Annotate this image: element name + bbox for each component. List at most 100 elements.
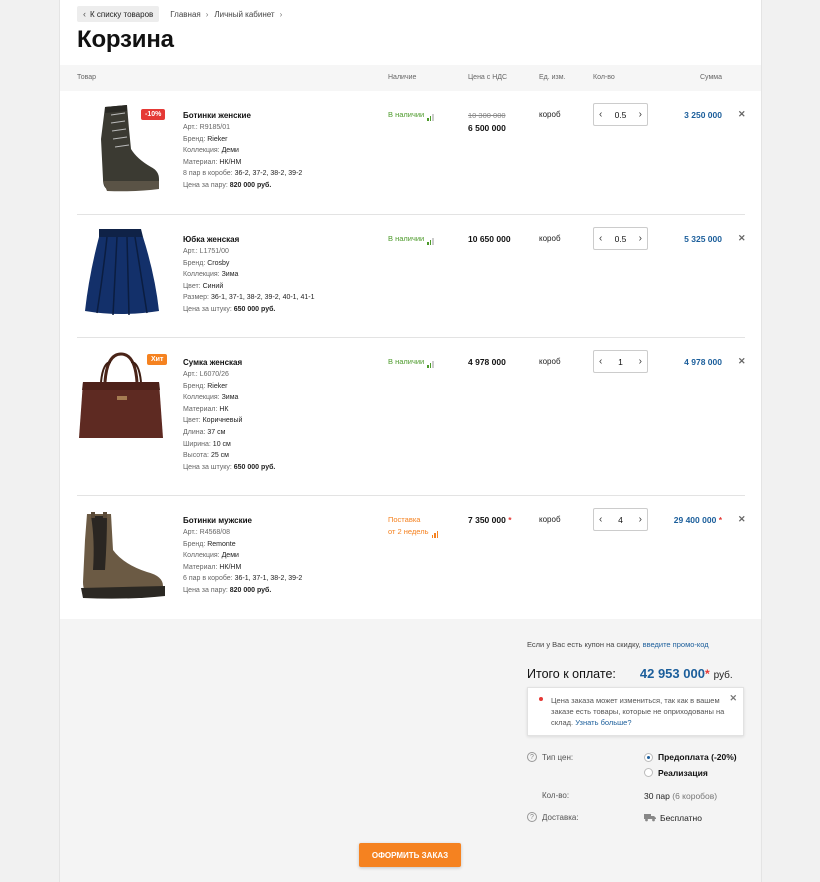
price-type-label: Тип цен: [542,753,574,762]
radio-prepayment[interactable] [644,753,653,762]
product-name[interactable]: Ботинки мужские [183,516,252,525]
quantity-value[interactable]: 0.5 [615,110,627,120]
quantity-value[interactable]: 0.5 [615,234,627,244]
back-to-list-button[interactable]: ‹ К списку товаров [77,6,160,22]
help-icon[interactable]: ? [527,752,537,762]
product-name[interactable]: Ботинки женские [183,111,251,120]
stock-level-icon [427,109,435,121]
quantity-stepper[interactable]: ‹ 0.5 › [593,227,648,250]
quantity-label: Кол-во: [542,791,570,800]
product-article: Арт.: R9185/01 [183,124,231,131]
product-image-skirt[interactable] [77,225,167,325]
remove-item-button[interactable]: ✕ [738,514,746,525]
truck-icon [644,813,656,824]
product-price: 10 300 000 6 500 000 [468,109,506,135]
unit-label: короб [539,357,561,366]
table-row: Юбка женская Арт.: L1751/00 Бренд: Crosb… [77,215,746,338]
quantity-stepper[interactable]: ‹ 0.5 › [593,103,648,126]
header-unit: Ед. изм. [539,74,566,81]
table-row: Хит Сумка женская Арт.: L6070/26 Бренд: … [77,338,746,496]
old-price: 10 300 000 [468,111,506,120]
increase-qty-button[interactable]: › [639,356,642,367]
total-currency: руб. [713,670,733,681]
product-image-bag[interactable] [77,352,167,452]
quantity-value[interactable]: 4 [618,515,623,525]
product-details: Арт.: R4568/08 Бренд: Remonte Коллекция:… [183,529,303,594]
delivery-value: Бесплатно [660,813,702,823]
help-icon[interactable]: ? [527,812,537,822]
stock-level-icon [427,233,435,245]
total-amount: 42 953 000 [639,666,705,681]
decrease-qty-button[interactable]: ‹ [599,233,602,244]
header-sum: Сумма [700,74,722,81]
availability-status: Поставка от 2 недель [388,514,439,538]
decrease-qty-button[interactable]: ‹ [599,356,602,367]
discount-badge: -10% [141,109,166,120]
price-change-notice: Цена заказа может измениться, так как в … [527,687,744,736]
remove-item-button[interactable]: ✕ [738,356,746,367]
decrease-qty-button[interactable]: ‹ [599,514,602,525]
total-note-asterisk: * [704,667,710,681]
breadcrumb-home[interactable]: Главная [170,10,200,19]
coupon-prompt: Если у Вас есть купон на скидку, введите… [527,640,709,649]
product-name[interactable]: Юбка женская [183,235,239,244]
availability-status: В наличии [388,109,435,121]
header-product: Товар [77,74,97,81]
current-price: 10 650 000 [468,234,511,244]
header-availability: Наличие [388,74,417,81]
close-icon[interactable]: ✕ [729,693,737,704]
prepayment-option-label[interactable]: Предоплата (-20%) [658,752,737,762]
line-sum: 3 250 000 [684,110,722,120]
learn-more-link[interactable]: Узнать больше? [575,718,631,727]
quantity-stepper[interactable]: ‹ 4 › [593,508,648,531]
order-summary: Если у Вас есть купон на скидку, введите… [60,619,761,882]
delivery-label: Доставка: [542,813,579,822]
unit-label: короб [539,110,561,119]
remove-item-button[interactable]: ✕ [738,109,746,120]
breadcrumb: Главная › Личный кабинет › [170,10,282,19]
top-navigation: ‹ К списку товаров Главная › Личный каби… [77,6,282,22]
increase-qty-button[interactable]: › [639,109,642,120]
current-price: 6 500 000 [468,123,506,133]
unit-label: короб [539,515,561,524]
chevron-right-icon: › [205,9,209,19]
increase-qty-button[interactable]: › [639,233,642,244]
line-sum: 4 978 000 [684,357,722,367]
table-row: Ботинки мужские Арт.: R4568/08 Бренд: Re… [77,496,746,619]
availability-status: В наличии [388,356,435,368]
line-sum: 29 400 000 * [673,515,722,525]
remove-item-button[interactable]: ✕ [738,233,746,244]
product-article: Арт.: L6070/26 [183,371,229,378]
chevron-left-icon: ‹ [83,9,86,19]
realization-option-label[interactable]: Реализация [658,768,708,778]
product-price: 7 350 000 * [468,514,512,527]
increase-qty-button[interactable]: › [639,514,642,525]
header-qty: Кол-во [593,74,615,81]
quantity-value[interactable]: 1 [618,357,623,367]
order-total: Итого к оплате: 42 953 000 * руб. [527,666,733,681]
radio-realization[interactable] [644,768,653,777]
current-price: 7 350 000 [468,515,506,525]
total-label: Итого к оплате: [527,667,616,681]
quantity-total: 30 пар (6 коробов) [644,791,718,801]
product-price: 10 650 000 [468,233,511,246]
unit-label: короб [539,234,561,243]
checkout-button[interactable]: ОФОРМИТЬ ЗАКАЗ [359,843,461,867]
stock-level-icon [431,526,440,538]
product-details: Арт.: L6070/26 Бренд: Rieker Коллекция: … [183,371,276,471]
table-header: Товар Наличие Цена с НДС Ед. изм. Кол-во… [60,65,761,91]
current-price: 4 978 000 [468,357,506,367]
product-name[interactable]: Сумка женская [183,358,242,367]
product-image-men-boots[interactable] [77,510,167,610]
hit-badge: Хит [147,354,168,365]
price-note-asterisk: * [508,515,512,525]
promo-code-link[interactable]: введите промо-код [643,640,709,649]
table-row: -10% Ботинки женские Арт.: R9185/01 Брен… [77,91,746,215]
quantity-stepper[interactable]: ‹ 1 › [593,350,648,373]
availability-status: В наличии [388,233,435,245]
stock-level-icon [427,356,435,368]
chevron-right-icon: › [279,9,283,19]
decrease-qty-button[interactable]: ‹ [599,109,602,120]
sum-note-asterisk: * [718,515,722,525]
breadcrumb-account[interactable]: Личный кабинет [214,10,274,19]
